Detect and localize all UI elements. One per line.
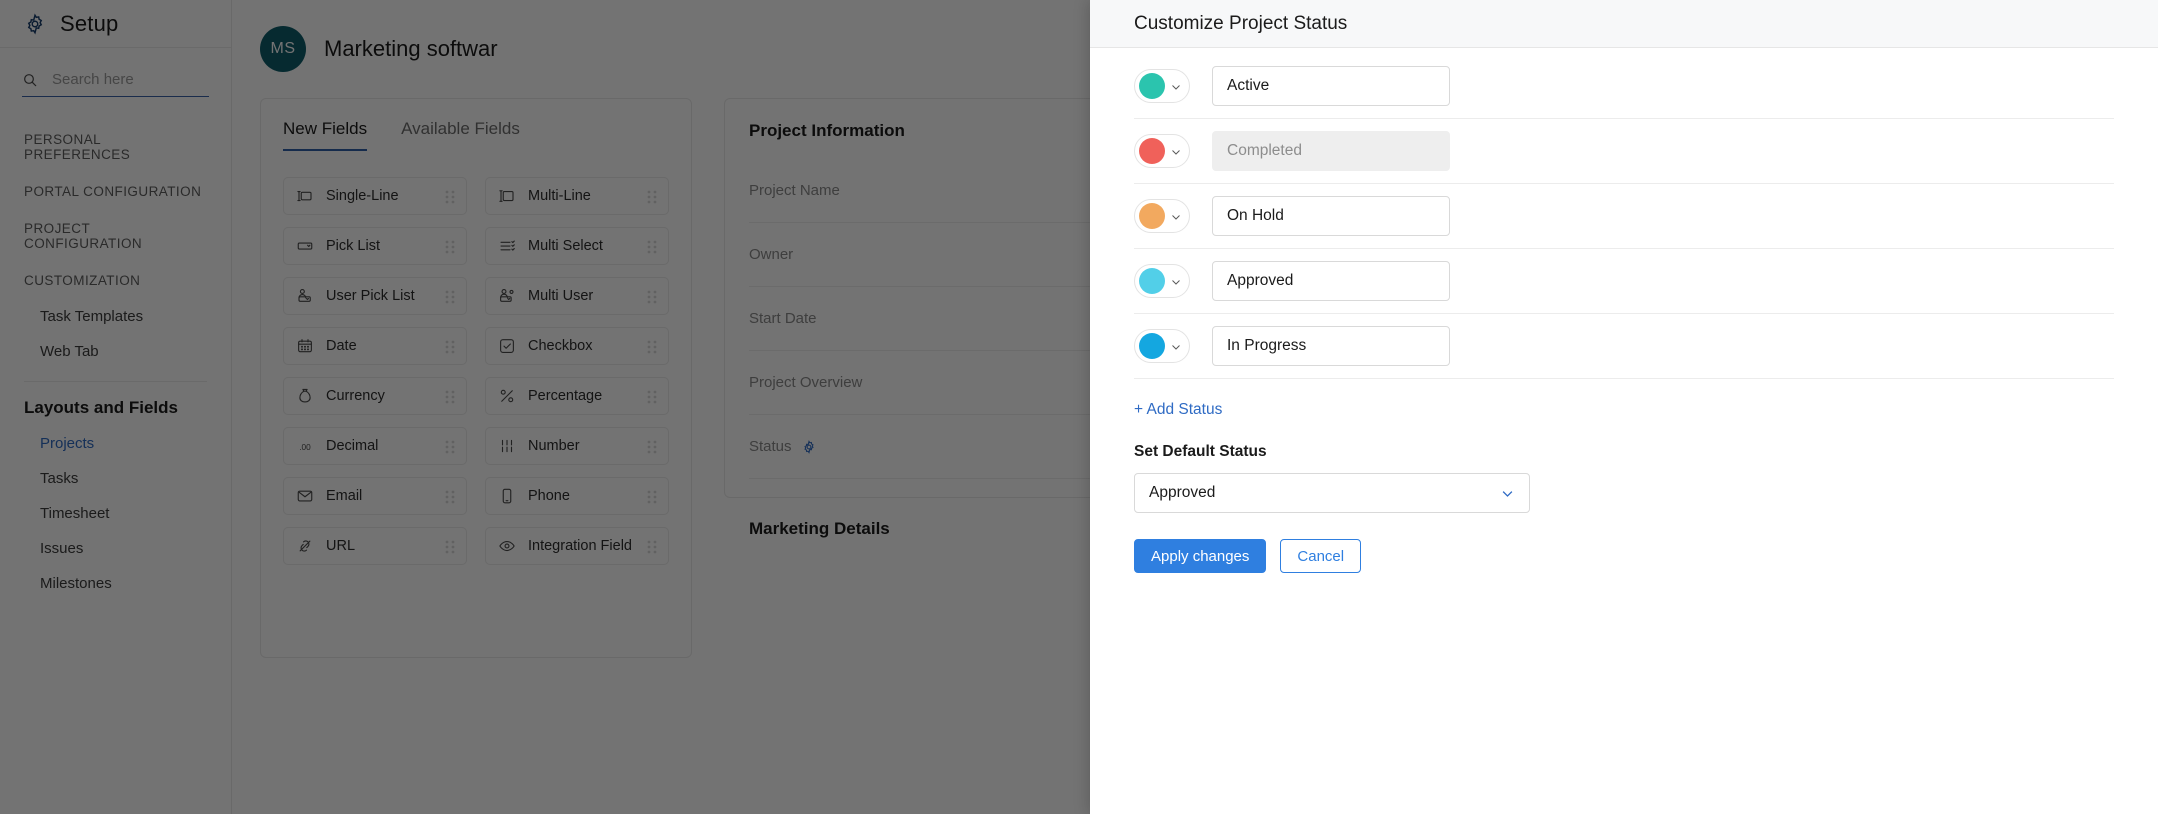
drawer-header: Customize Project Status [1090, 0, 2158, 48]
drawer-title: Customize Project Status [1134, 12, 1348, 34]
apply-changes-button[interactable]: Apply changes [1134, 539, 1267, 573]
status-row [1134, 119, 2114, 184]
status-color-dot [1139, 268, 1165, 294]
status-name-input[interactable] [1212, 326, 1450, 366]
set-default-status-label: Set Default Status [1134, 443, 1267, 460]
chevron-down-icon [1170, 145, 1182, 157]
default-status-value: Approved [1149, 484, 1216, 501]
status-color-dot [1139, 333, 1165, 359]
chevron-down-icon [1170, 340, 1182, 352]
status-row [1134, 249, 2114, 314]
cancel-button[interactable]: Cancel [1280, 539, 1362, 573]
status-name-input[interactable] [1212, 261, 1450, 301]
status-color-dot [1139, 138, 1165, 164]
drawer-body: + Add Status Set Default Status Approved… [1090, 48, 2158, 814]
status-color-picker[interactable] [1134, 264, 1190, 298]
status-color-picker[interactable] [1134, 69, 1190, 103]
status-list [1134, 54, 2114, 379]
status-color-dot [1139, 73, 1165, 99]
drawer-actions: Apply changes Cancel [1134, 539, 2114, 593]
chevron-down-icon [1170, 210, 1182, 222]
default-status-select[interactable]: Approved [1134, 473, 1530, 513]
status-row [1134, 184, 2114, 249]
chevron-down-icon [1170, 80, 1182, 92]
status-name-input[interactable] [1212, 66, 1450, 106]
customize-project-status-drawer: Customize Project Status + Add Status Se… [1090, 0, 2158, 814]
status-name-input [1212, 131, 1450, 171]
status-color-dot [1139, 203, 1165, 229]
status-row [1134, 54, 2114, 119]
chevron-down-icon [1500, 486, 1515, 501]
status-name-input[interactable] [1212, 196, 1450, 236]
chevron-down-icon [1170, 275, 1182, 287]
status-color-picker[interactable] [1134, 134, 1190, 168]
status-row [1134, 314, 2114, 379]
add-status-link[interactable]: + Add Status [1134, 401, 1222, 419]
status-color-picker[interactable] [1134, 199, 1190, 233]
status-color-picker[interactable] [1134, 329, 1190, 363]
modal-backdrop[interactable] [0, 0, 1090, 814]
